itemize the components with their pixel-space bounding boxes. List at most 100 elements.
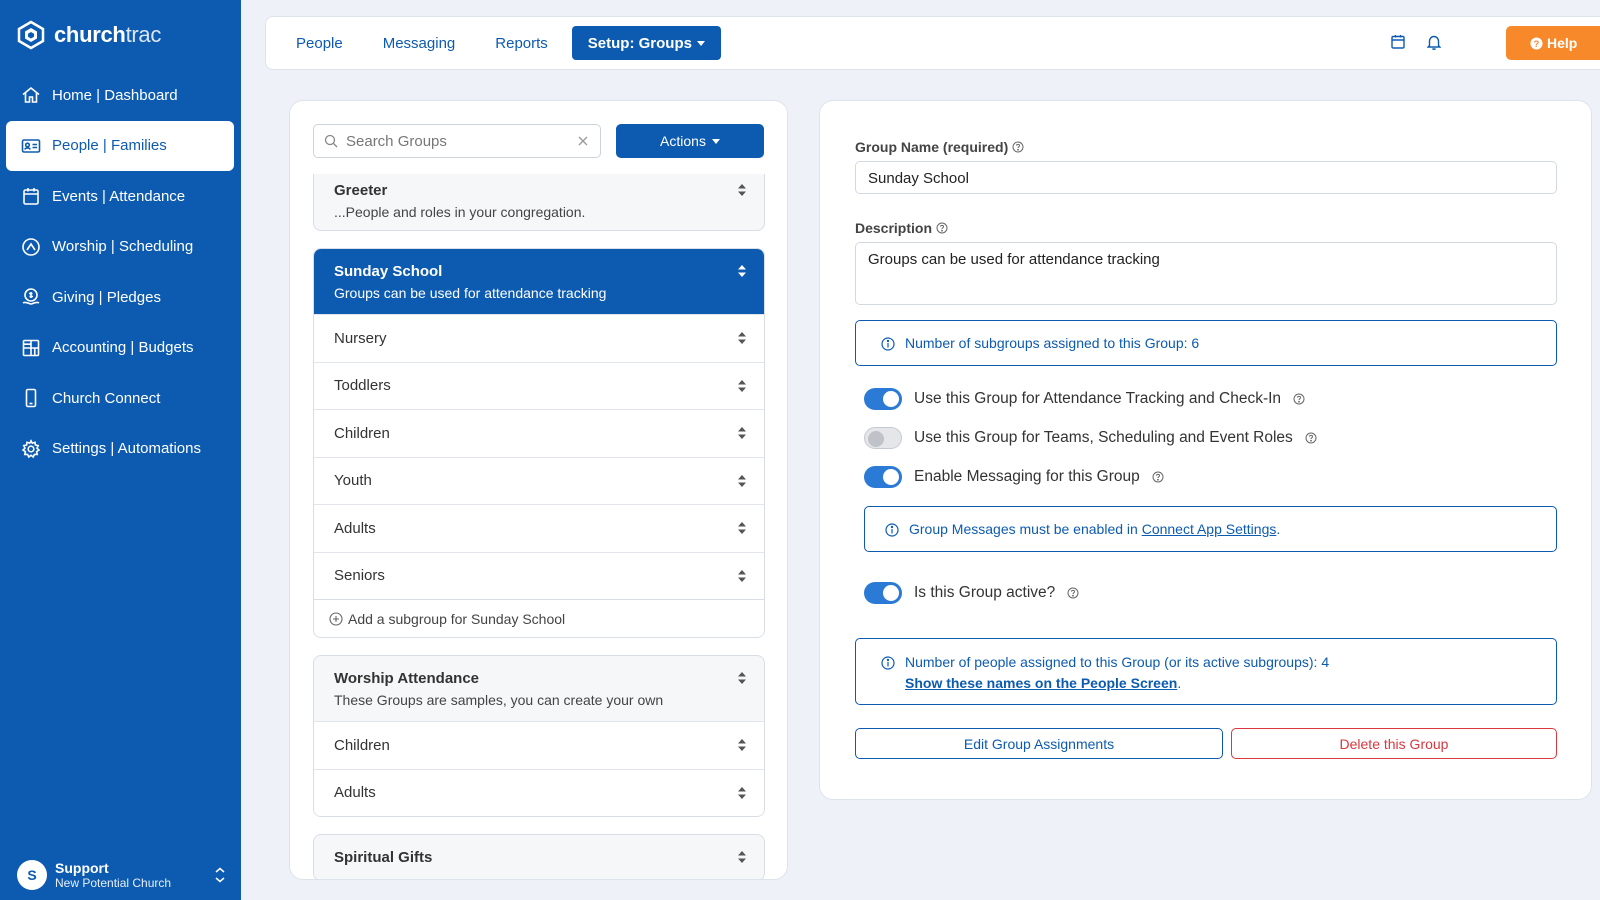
question-circle-icon[interactable] xyxy=(1305,432,1317,444)
group-title: Worship Attendance xyxy=(334,670,480,687)
user-menu[interactable]: S Support New Potential Church xyxy=(17,860,227,890)
search-input[interactable] xyxy=(346,132,568,150)
sidebar-item-accounting[interactable]: Accounting | Budgets xyxy=(6,323,234,373)
people-info-content: Number of people assigned to this Group … xyxy=(905,652,1329,694)
subgroup-item[interactable]: Children xyxy=(314,721,764,769)
subgroup-item[interactable]: Nursery xyxy=(314,314,764,362)
subgroup-item[interactable]: Toddlers xyxy=(314,361,764,409)
top-icons xyxy=(1389,33,1443,51)
subgroups-info-box: Number of subgroups assigned to this Gro… xyxy=(855,320,1557,366)
description-textarea[interactable]: Groups can be used for attendance tracki… xyxy=(855,242,1557,305)
search-box[interactable] xyxy=(313,124,601,158)
groups-panel: Actions Greeter ...People and roles in y… xyxy=(289,100,788,880)
sort-icon[interactable] xyxy=(738,786,746,799)
tab-reports[interactable]: Reports xyxy=(479,26,564,60)
user-org: New Potential Church xyxy=(55,876,172,890)
messaging-toggle[interactable] xyxy=(864,466,902,488)
bell-icon[interactable] xyxy=(1425,33,1443,51)
sort-icon[interactable] xyxy=(738,522,746,534)
subgroup-label: Children xyxy=(334,424,390,442)
delete-group-button[interactable]: Delete this Group xyxy=(1231,728,1557,759)
actions-label: Actions xyxy=(660,133,706,149)
help-label: Help xyxy=(1547,35,1578,51)
group-name-input[interactable]: Sunday School xyxy=(855,161,1557,194)
question-circle-icon: ? xyxy=(1530,36,1543,50)
question-circle-icon[interactable] xyxy=(1152,471,1164,483)
sort-icon[interactable] xyxy=(738,379,746,392)
attendance-toggle[interactable] xyxy=(864,388,902,410)
sort-icon[interactable] xyxy=(738,739,746,751)
group-name-label-text: Group Name (required) xyxy=(855,139,1009,155)
tab-messaging[interactable]: Messaging xyxy=(367,26,472,60)
sort-icon[interactable] xyxy=(738,184,746,196)
subgroup-item[interactable]: Children xyxy=(314,409,764,457)
group-card-selected[interactable]: Sunday School Groups can be used for att… xyxy=(313,248,765,638)
group-header[interactable]: Spiritual Gifts xyxy=(314,835,764,879)
teams-toggle[interactable] xyxy=(864,427,902,449)
group-card[interactable]: Worship Attendance These Groups are samp… xyxy=(313,655,765,817)
sidebar-item-people[interactable]: People | Families xyxy=(6,120,234,171)
actions-button[interactable]: Actions xyxy=(616,124,764,158)
subgroup-item[interactable]: Adults xyxy=(314,504,764,552)
question-circle-icon[interactable] xyxy=(1067,587,1079,599)
sort-icon[interactable] xyxy=(738,474,746,487)
toggle-knob xyxy=(883,585,899,601)
group-header[interactable]: Worship Attendance These Groups are samp… xyxy=(314,656,764,721)
question-circle-icon[interactable] xyxy=(1012,141,1024,153)
sort-icon[interactable] xyxy=(738,672,746,684)
sidebar-item-church-connect[interactable]: Church Connect xyxy=(6,373,234,423)
chevron-up-down-icon xyxy=(215,867,225,883)
sort-icon[interactable] xyxy=(738,851,746,863)
home-icon xyxy=(22,86,40,103)
sort-icon[interactable] xyxy=(738,569,746,582)
close-icon[interactable] xyxy=(576,134,590,148)
subgroup-item[interactable]: Youth xyxy=(314,456,764,504)
sort-icon[interactable] xyxy=(738,265,746,277)
toggle-knob xyxy=(883,391,899,407)
sort-icon[interactable] xyxy=(738,427,746,439)
subgroup-item[interactable]: Adults xyxy=(314,768,764,816)
avatar: S xyxy=(17,860,47,890)
group-title: Spiritual Gifts xyxy=(334,849,433,866)
sidebar-item-worship[interactable]: Worship | Scheduling xyxy=(6,222,234,272)
edit-group-assignments-button[interactable]: Edit Group Assignments xyxy=(855,728,1223,759)
sidebar-item-events[interactable]: Events | Attendance xyxy=(6,171,234,221)
add-subgroup-button[interactable]: Add a subgroup for Sunday School xyxy=(314,599,764,637)
show-names-link[interactable]: Show these names on the People Screen xyxy=(905,675,1177,691)
active-toggle[interactable] xyxy=(864,582,902,604)
info-icon xyxy=(881,337,895,351)
calendar-icon[interactable] xyxy=(1389,33,1407,51)
subgroup-item[interactable]: Seniors xyxy=(314,551,764,599)
toggle-knob xyxy=(883,469,899,485)
group-card[interactable]: Spiritual Gifts xyxy=(313,834,765,879)
help-button[interactable]: ? Help xyxy=(1506,26,1600,60)
sidebar-item-home[interactable]: Home | Dashboard xyxy=(6,70,234,120)
group-description: These Groups are samples, you can create… xyxy=(334,692,664,708)
churchtrac-logo-icon xyxy=(17,20,45,50)
question-circle-icon[interactable] xyxy=(1293,393,1305,405)
id-card-icon xyxy=(21,138,41,153)
sidebar-item-label: Home | Dashboard xyxy=(52,86,178,104)
subgroup-label: Adults xyxy=(334,784,376,802)
toggle-row-attendance: Use this Group for Attendance Tracking a… xyxy=(864,388,1305,410)
sort-icon[interactable] xyxy=(738,332,746,344)
subgroup-label: Seniors xyxy=(334,567,385,585)
tab-people[interactable]: People xyxy=(280,26,359,60)
subgroup-label: Nursery xyxy=(334,329,387,347)
group-detail-panel: Group Name (required) Sunday School Desc… xyxy=(819,100,1592,800)
group-description: ...People and roles in your congregation… xyxy=(334,204,586,220)
info-icon xyxy=(885,523,899,537)
tab-setup-groups[interactable]: Setup: Groups xyxy=(571,26,721,60)
sidebar-item-label: People | Families xyxy=(52,137,167,154)
group-header[interactable]: Greeter ...People and roles in your cong… xyxy=(314,174,764,230)
sidebar-item-giving[interactable]: Giving | Pledges xyxy=(6,272,234,322)
group-header[interactable]: Sunday School Groups can be used for att… xyxy=(314,249,764,314)
connect-app-settings-link[interactable]: Connect App Settings xyxy=(1142,521,1277,537)
brand-name-bold: church xyxy=(54,22,126,47)
messages-info-box: Group Messages must be enabled in Connec… xyxy=(864,506,1557,552)
brand-logo[interactable]: churchtrac xyxy=(16,20,161,50)
description-label: Description xyxy=(855,220,948,236)
group-card[interactable]: Greeter ...People and roles in your cong… xyxy=(313,174,765,231)
sidebar-item-settings[interactable]: Settings | Automations xyxy=(6,424,234,474)
question-circle-icon[interactable] xyxy=(936,222,948,234)
